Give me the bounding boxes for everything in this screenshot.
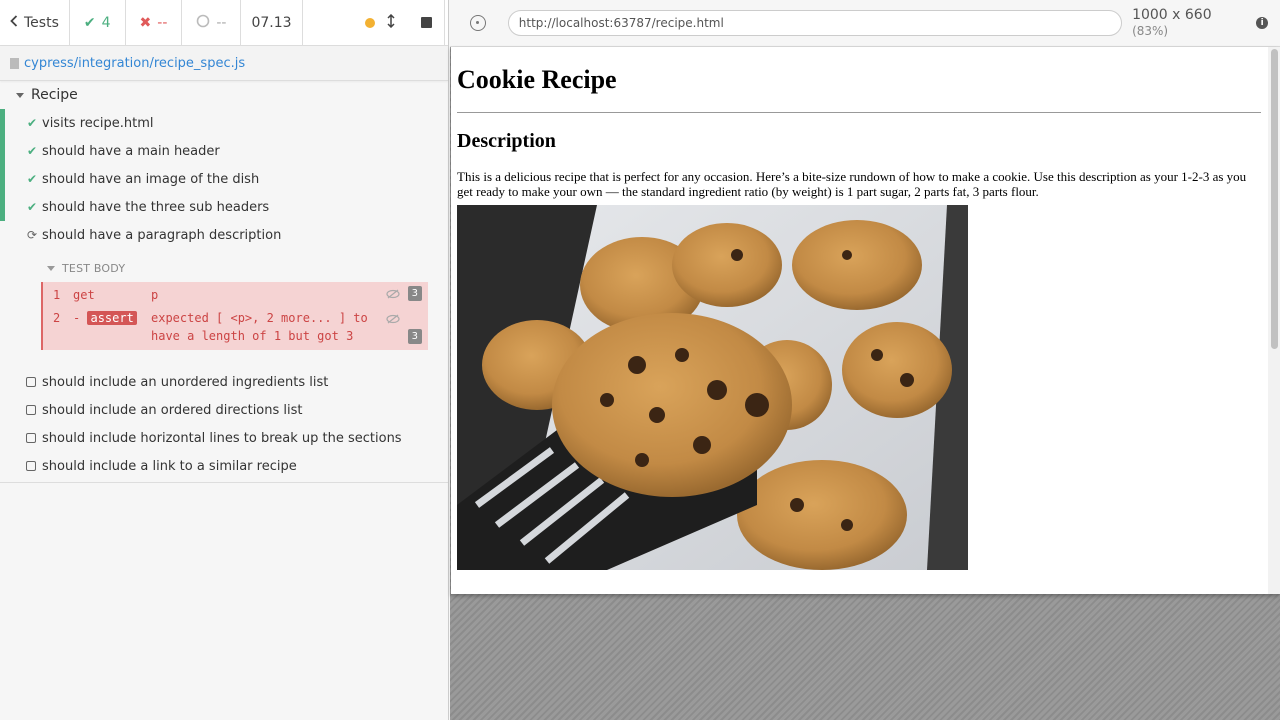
caret-down-icon — [47, 265, 55, 271]
test-title: should have an image of the dish — [42, 171, 260, 187]
aut-iframe: Cookie Recipe Description This is a deli… — [451, 47, 1280, 594]
chevron-left-icon — [10, 14, 18, 31]
command-name: get — [73, 288, 95, 302]
command-number: 1 — [53, 288, 61, 302]
description-paragraph: This is a delicious recipe that is perfe… — [457, 169, 1247, 199]
x-icon: ✖ — [139, 14, 152, 31]
pending-count: -- — [182, 0, 242, 46]
reporter-header: Tests ✔ 4 ✖ -- -- 07.13 — [0, 0, 448, 46]
eye-slash-icon — [386, 286, 400, 304]
test-body-label: TEST BODY — [62, 261, 126, 275]
url-text: http://localhost:63787/recipe.html — [518, 16, 724, 30]
selector-playground-icon[interactable] — [470, 15, 486, 31]
square-icon — [26, 461, 36, 471]
assert-tag: assert — [87, 311, 137, 325]
test-item[interactable]: ✔ should have a main header — [0, 137, 448, 165]
test-title: should have the three sub headers — [42, 199, 270, 215]
test-item[interactable]: should include an unordered ingredients … — [0, 368, 448, 396]
section-heading-description: Description — [457, 130, 556, 152]
suite-title[interactable]: Recipe — [0, 81, 448, 109]
viewport-info[interactable]: 1000 x 660 (83%) — [1132, 7, 1250, 39]
test-title: visits recipe.html — [42, 115, 154, 131]
scrollbar[interactable] — [1268, 47, 1280, 594]
passed-count: ✔ 4 — [70, 0, 126, 46]
test-title: should have a paragraph description — [42, 227, 282, 243]
refresh-icon: ⟳ — [26, 228, 38, 242]
command-name: - assert — [73, 309, 151, 345]
test-title: should include an ordered directions lis… — [42, 402, 303, 418]
square-icon — [26, 405, 36, 415]
cookie-photo — [457, 205, 968, 570]
duration: 07.13 — [241, 0, 303, 46]
spec-file-bar: cypress/integration/recipe_spec.js — [0, 46, 448, 81]
info-icon[interactable]: i — [1256, 17, 1269, 29]
passed-count-value: 4 — [101, 14, 111, 31]
test-body-header[interactable]: TEST BODY — [0, 257, 448, 279]
test-title: should include a link to a similar recip… — [42, 458, 297, 474]
command-row[interactable]: 2 - assert expected [ <p>, 2 more... ] t… — [43, 307, 428, 348]
app-under-test-panel: http://localhost:63787/recipe.html 1000 … — [450, 0, 1280, 720]
check-icon: ✔ — [26, 116, 38, 130]
check-icon: ✔ — [26, 144, 38, 158]
command-prefix: - — [73, 311, 81, 325]
spec-path-link[interactable]: cypress/integration/recipe_spec.js — [24, 56, 245, 71]
url-bar[interactable]: http://localhost:63787/recipe.html — [507, 10, 1123, 36]
tests-nav-button[interactable]: Tests — [0, 0, 70, 46]
failed-count-value: -- — [157, 14, 168, 31]
pending-tests: should include an unordered ingredients … — [0, 368, 448, 483]
test-item-running[interactable]: ⟳ should have a paragraph description — [0, 221, 448, 249]
element-count-badge: 3 — [407, 286, 422, 301]
check-icon: ✔ — [83, 14, 96, 31]
viewport-scale: (83%) — [1132, 24, 1169, 38]
test-title: should have a main header — [42, 143, 220, 159]
recipe-page: Cookie Recipe Description This is a deli… — [457, 47, 1261, 570]
file-icon — [10, 57, 19, 69]
test-item[interactable]: ✔ visits recipe.html — [0, 109, 448, 137]
auto-scroll-icon[interactable] — [387, 13, 395, 32]
eye-slash-icon — [386, 311, 400, 329]
tests-nav-label: Tests — [24, 14, 59, 31]
suite-title-label: Recipe — [31, 87, 78, 103]
page-title: Cookie Recipe — [457, 65, 617, 94]
test-item[interactable]: should include a link to a similar recip… — [0, 452, 448, 480]
dish-image — [457, 205, 968, 570]
test-title: should include an unordered ingredients … — [42, 374, 329, 390]
test-item[interactable]: should include horizontal lines to break… — [0, 424, 448, 452]
aut-header: http://localhost:63787/recipe.html 1000 … — [450, 0, 1280, 47]
failed-count: ✖ -- — [126, 0, 183, 46]
reporter-panel: Tests ✔ 4 ✖ -- -- 07.13 cypress/integrat… — [0, 0, 449, 720]
viewport-size: 1000 x 660 — [1132, 7, 1212, 23]
command-row[interactable]: 1 get p 3 — [43, 284, 428, 307]
running-indicator-icon — [364, 17, 375, 28]
divider — [457, 112, 1261, 113]
command-number: 2 — [53, 311, 61, 325]
test-item[interactable]: should include an ordered directions lis… — [0, 396, 448, 424]
caret-down-icon — [16, 92, 24, 98]
square-icon — [26, 377, 36, 387]
check-icon: ✔ — [26, 172, 38, 186]
square-icon — [26, 433, 36, 443]
stop-icon[interactable] — [420, 17, 432, 28]
pending-count-value: -- — [216, 14, 227, 31]
command-log: 1 get p 3 2 - assert expected [ <p>, 2 m… — [41, 282, 428, 350]
element-count-badge: 3 — [407, 329, 422, 344]
check-icon: ✔ — [26, 200, 38, 214]
run-controls — [303, 0, 445, 46]
test-item[interactable]: ✔ should have an image of the dish — [0, 165, 448, 193]
test-item[interactable]: ✔ should have the three sub headers — [0, 193, 448, 221]
scrollbar-thumb[interactable] — [1271, 49, 1278, 349]
test-title: should include horizontal lines to break… — [42, 430, 402, 446]
circle-notch-icon — [196, 14, 210, 32]
